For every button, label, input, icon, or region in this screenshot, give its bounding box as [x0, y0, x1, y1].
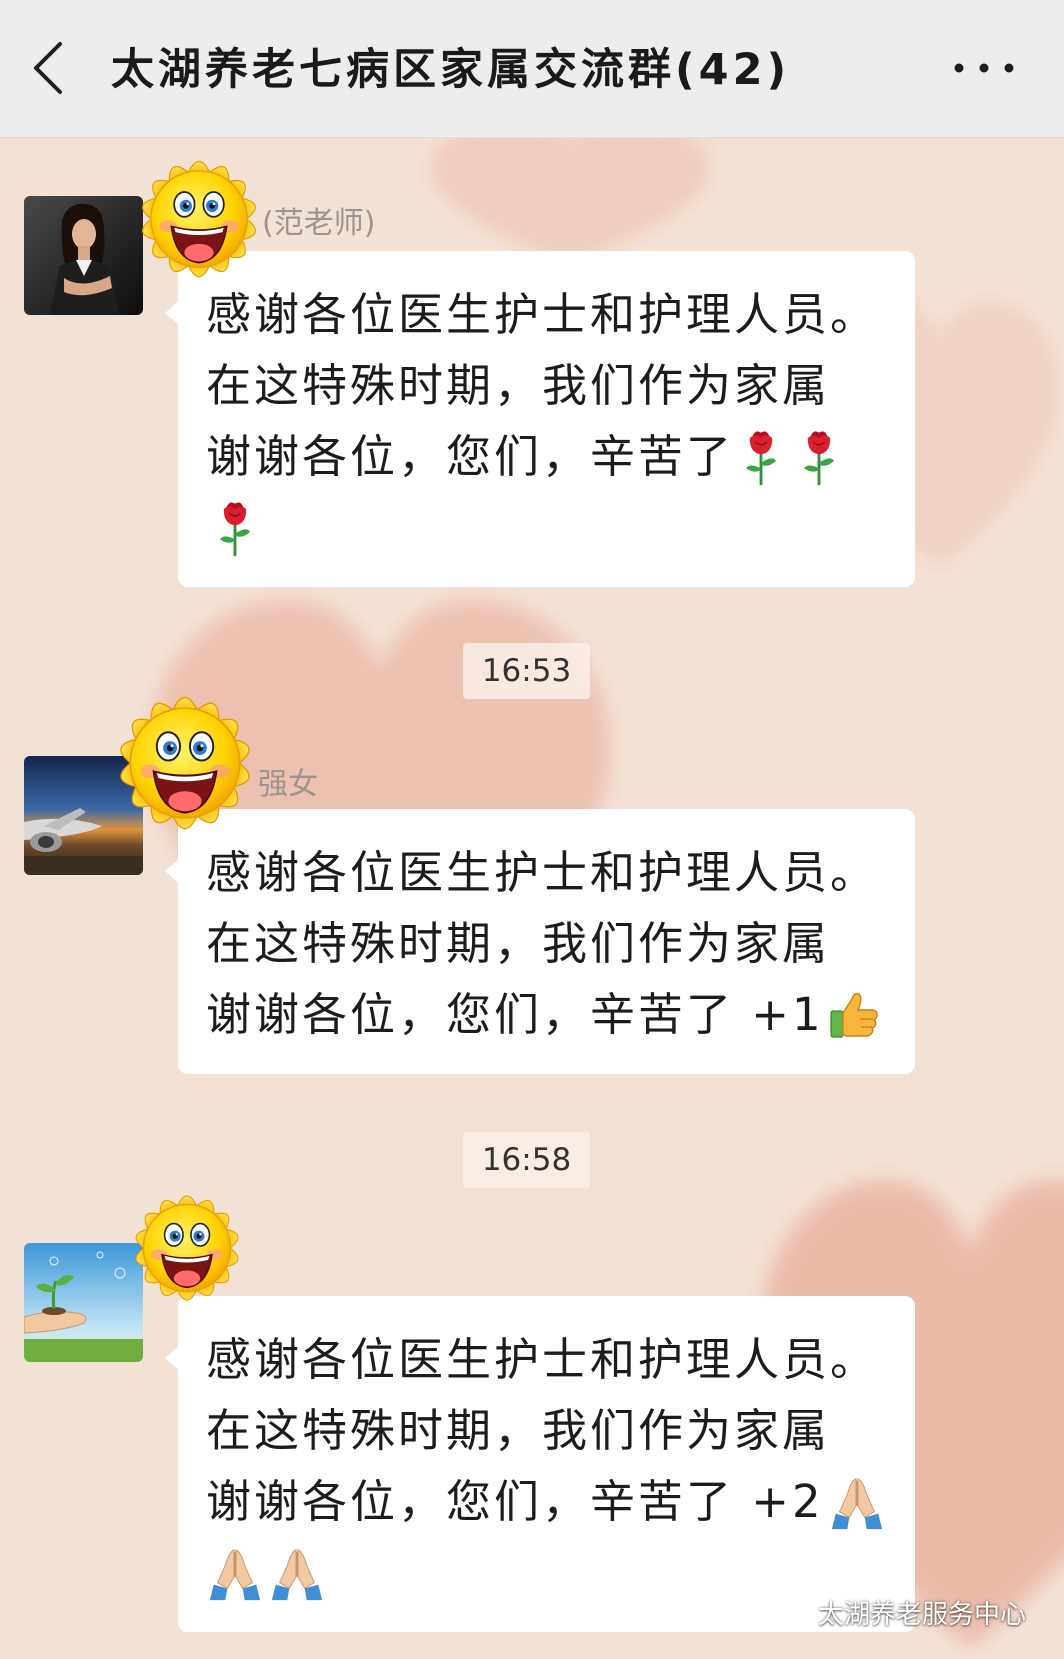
message-text: 在这特殊时期，我们作为家属: [206, 1404, 831, 1457]
message-line: 在这特殊时期，我们作为家属: [206, 1395, 895, 1466]
message-line: 谢谢各位，您们，辛苦了 +2: [206, 1466, 895, 1537]
rose-icon: [742, 427, 780, 487]
message-bubble[interactable]: 感谢各位医生护士和护理人员。 在这特殊时期，我们作为家属 谢谢各位，您们，辛苦了…: [165, 809, 915, 1074]
more-icon: [954, 63, 1014, 73]
message-line: 谢谢各位，您们，辛苦了: [206, 421, 895, 492]
sender-name: (范老师): [262, 206, 376, 241]
rose-icon: [800, 427, 838, 487]
message-text: 谢谢各位，您们，辛苦了: [206, 430, 735, 483]
watermark-text: 太湖养老服务中心: [818, 1599, 1027, 1630]
timestamp: 16:58: [463, 1132, 590, 1188]
message-line: 感谢各位医生护士和护理人员。: [206, 837, 895, 908]
message-line: 感谢各位医生护士和护理人员。: [206, 1324, 895, 1395]
message-text: 在这特殊时期，我们作为家属: [206, 359, 831, 412]
wechat-icon: [770, 1597, 810, 1628]
message-text: 感谢各位医生护士和护理人员。: [206, 846, 879, 899]
timestamp: 16:53: [463, 643, 590, 699]
chevron-left-icon: [34, 42, 62, 94]
message-line: [206, 492, 895, 563]
more-button[interactable]: [948, 52, 1020, 84]
message-text: 感谢各位医生护士和护理人员。: [206, 1333, 879, 1386]
chat-header: 太湖养老七病区家属交流群(42): [0, 0, 1064, 138]
message-line: 在这特殊时期，我们作为家属: [206, 908, 895, 979]
rose-icon: [216, 498, 254, 558]
sun-smiley-sticker: [126, 146, 272, 292]
pray-icon: [206, 1544, 264, 1602]
chat-title: 太湖养老七病区家属交流群(42): [111, 45, 791, 95]
sun-smiley-sticker: [121, 1182, 253, 1314]
message-text: 谢谢各位，您们，辛苦了 +2: [206, 1475, 824, 1528]
message-text: 谢谢各位，您们，辛苦了 +1: [206, 988, 824, 1041]
pray-icon: [828, 1473, 886, 1531]
account-watermark: 太湖养老服务中心: [770, 1592, 1026, 1632]
thumbs-up-icon: [828, 989, 880, 1041]
pray-icon: [268, 1544, 326, 1602]
message-line: 谢谢各位，您们，辛苦了 +1: [206, 979, 895, 1050]
message-text: 感谢各位医生护士和护理人员。: [206, 288, 879, 341]
message-bubble[interactable]: 感谢各位医生护士和护理人员。 在这特殊时期，我们作为家属 谢谢各位，您们，辛苦了: [165, 251, 915, 587]
back-button[interactable]: [24, 36, 76, 100]
message-bubble[interactable]: 感谢各位医生护士和护理人员。 在这特殊时期，我们作为家属 谢谢各位，您们，辛苦了…: [165, 1296, 915, 1632]
sun-smiley-sticker: [102, 680, 268, 846]
message-text: 在这特殊时期，我们作为家属: [206, 917, 831, 970]
message-line: 感谢各位医生护士和护理人员。: [206, 279, 895, 350]
message-line: 在这特殊时期，我们作为家属: [206, 350, 895, 421]
